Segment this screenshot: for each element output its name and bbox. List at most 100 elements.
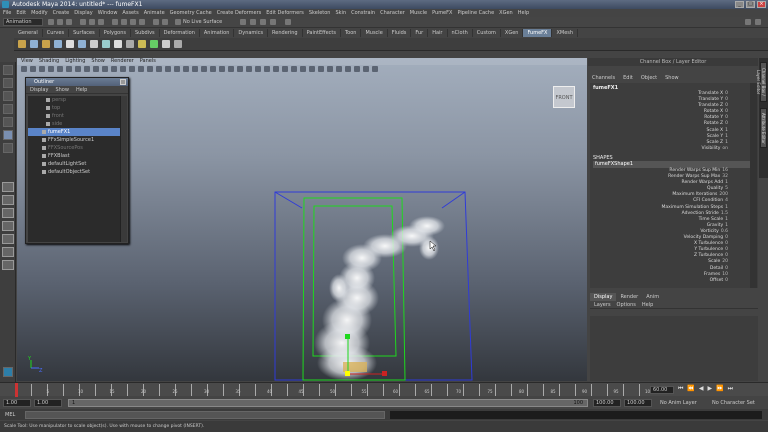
hypershade-layout-icon[interactable] xyxy=(2,234,14,244)
viewport-tool-25-icon[interactable] xyxy=(237,66,243,72)
menu-xgen[interactable]: XGen xyxy=(499,9,513,17)
menu-edit-deformers[interactable]: Edit Deformers xyxy=(266,9,304,17)
shelf-tab-xmesh[interactable]: XMesh xyxy=(552,29,579,37)
lasso-tool-icon[interactable] xyxy=(3,78,13,88)
show-manipulator-icon[interactable] xyxy=(3,143,13,153)
shelf-tool-11-icon[interactable] xyxy=(138,40,146,48)
layer-menu-layers[interactable]: Layers xyxy=(594,301,611,308)
shelf-tab-toon[interactable]: Toon xyxy=(341,29,362,37)
shelf-tab-fumefx[interactable]: FumeFX xyxy=(523,29,553,37)
channel-menu-channels[interactable]: Channels xyxy=(592,74,615,82)
viewport-tool-22-icon[interactable] xyxy=(210,66,216,72)
channel-attr-value[interactable]: 1 xyxy=(725,128,728,133)
viewport-tool-32-icon[interactable] xyxy=(300,66,306,72)
menu-assets[interactable]: Assets xyxy=(122,9,138,17)
menu-pipeline-cache[interactable]: Pipeline Cache xyxy=(457,9,494,17)
outliner-item[interactable]: front xyxy=(28,112,120,120)
channel-attr-value[interactable]: 0 xyxy=(725,121,728,126)
viewport-tool-40-icon[interactable] xyxy=(372,66,378,72)
shelf-tab-fluids[interactable]: Fluids xyxy=(388,29,412,37)
close-button[interactable]: × xyxy=(757,1,766,8)
viewport-tool-16-icon[interactable] xyxy=(156,66,162,72)
range-bar[interactable]: 1 100 xyxy=(68,399,588,407)
persp-graph-layout-icon[interactable] xyxy=(2,221,14,231)
channel-attr-value[interactable]: 10 xyxy=(722,272,728,277)
outliner-item[interactable]: top xyxy=(28,104,120,112)
viewport-tool-31-icon[interactable] xyxy=(291,66,297,72)
shelf-tab-dynamics[interactable]: Dynamics xyxy=(234,29,269,37)
viewport-tool-24-icon[interactable] xyxy=(228,66,234,72)
magnet-icon[interactable] xyxy=(175,19,181,25)
outliner-menu-show[interactable]: Show xyxy=(55,86,69,93)
single-view-layout-icon[interactable] xyxy=(2,182,14,192)
viewport-tool-18-icon[interactable] xyxy=(174,66,180,72)
rotate-tool-icon[interactable] xyxy=(3,117,13,127)
viewport-tool-39-icon[interactable] xyxy=(363,66,369,72)
channel-attr-value[interactable]: 16 xyxy=(722,168,728,173)
outliner-scrollbar[interactable] xyxy=(120,96,127,242)
shelf-tab-custom[interactable]: Custom xyxy=(473,29,501,37)
channel-attr-value[interactable]: 0 xyxy=(725,115,728,120)
select-component-icon[interactable] xyxy=(98,19,104,25)
shelf-tool-12-icon[interactable] xyxy=(150,40,158,48)
channel-attr-value[interactable]: 1.5 xyxy=(721,211,728,216)
menu-edit[interactable]: Edit xyxy=(16,9,26,17)
end-time-field[interactable]: 100.00 xyxy=(624,399,652,407)
viewport-menu-view[interactable]: View xyxy=(21,58,33,65)
outliner-menu-display[interactable]: Display xyxy=(30,86,48,93)
viewport-tool-29-icon[interactable] xyxy=(273,66,279,72)
ipr-render-icon[interactable] xyxy=(260,19,266,25)
channel-attr-value[interactable]: 1 xyxy=(725,180,728,185)
channel-attr-value[interactable]: 0 xyxy=(725,91,728,96)
menu-file[interactable]: File xyxy=(3,9,11,17)
viewport-tool-17-icon[interactable] xyxy=(165,66,171,72)
channel-attr-value[interactable]: 200 xyxy=(719,192,728,197)
render-settings-icon[interactable] xyxy=(270,19,276,25)
step-back-icon[interactable]: ⏪ xyxy=(687,385,694,393)
channel-attr-value[interactable]: 0 xyxy=(725,103,728,108)
side-tab-1[interactable]: Channel Box / Layer Editor xyxy=(756,62,767,102)
minimize-button[interactable]: _ xyxy=(735,1,744,8)
viewport-menu-renderer[interactable]: Renderer xyxy=(111,58,134,65)
viewport-tool-36-icon[interactable] xyxy=(336,66,342,72)
outliner-menu-help[interactable]: Help xyxy=(76,86,87,93)
viewport-menu-shading[interactable]: Shading xyxy=(39,58,59,65)
layer-tab-display[interactable]: Display xyxy=(590,293,617,301)
menu-skeleton[interactable]: Skeleton xyxy=(309,9,331,17)
layer-tab-render[interactable]: Render xyxy=(616,293,642,301)
shelf-tab-general[interactable]: General xyxy=(14,29,43,37)
viewport-tool-35-icon[interactable] xyxy=(327,66,333,72)
viewport-tool-38-icon[interactable] xyxy=(354,66,360,72)
menu-window[interactable]: Window xyxy=(98,9,118,17)
shelf-tool-1-icon[interactable] xyxy=(18,40,26,48)
outliner-layout-icon[interactable] xyxy=(2,247,14,257)
time-slider[interactable]: 1510152025303540455055606570758085909510… xyxy=(0,382,768,397)
hypershade-icon[interactable] xyxy=(285,19,291,25)
channel-attr-value[interactable]: on xyxy=(722,146,728,151)
shelf-tab-ncloth[interactable]: nCloth xyxy=(448,29,473,37)
outliner-item[interactable]: FFXSourcePos xyxy=(28,144,120,152)
open-scene-icon[interactable] xyxy=(57,19,63,25)
paint-select-icon[interactable] xyxy=(3,91,13,101)
shelf-tool-9-icon[interactable] xyxy=(114,40,122,48)
channel-attr-value[interactable]: 1 xyxy=(725,217,728,222)
snap-point-icon[interactable] xyxy=(130,19,136,25)
viewport-tool-14-icon[interactable] xyxy=(138,66,144,72)
viewport-tool-20-icon[interactable] xyxy=(192,66,198,72)
viewport-tool-23-icon[interactable] xyxy=(219,66,225,72)
toggle-panel-icon[interactable] xyxy=(745,19,751,25)
viewport-tool-6-icon[interactable] xyxy=(66,66,72,72)
channel-attribute[interactable]: Offset 0 xyxy=(590,278,730,284)
scale-tool-icon[interactable] xyxy=(3,130,13,140)
channel-attr-value[interactable]: 0 xyxy=(725,109,728,114)
viewport-tool-10-icon[interactable] xyxy=(102,66,108,72)
shelf-tab-polygons[interactable]: Polygons xyxy=(100,29,131,37)
channel-attr-value[interactable]: 0 xyxy=(725,247,728,252)
outliner-item[interactable]: fumeFX1 xyxy=(28,128,120,136)
shelf-tab-deformation[interactable]: Deformation xyxy=(160,29,200,37)
outliner-item[interactable]: defaultObjectSet xyxy=(28,168,120,176)
viewport-tool-11-icon[interactable] xyxy=(111,66,117,72)
menu-geometry-cache[interactable]: Geometry Cache xyxy=(170,9,212,17)
viewport-tool-3-icon[interactable] xyxy=(39,66,45,72)
playback-start-field[interactable]: 1.00 xyxy=(34,399,62,407)
